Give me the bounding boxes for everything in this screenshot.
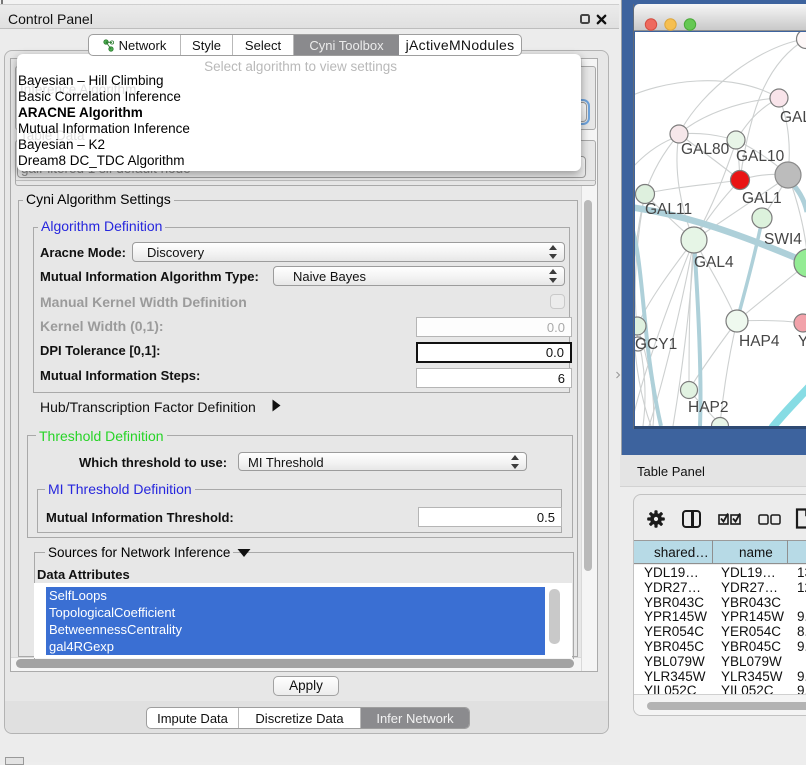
svg-text:GCY1: GCY1	[635, 336, 677, 353]
svg-text:SWI4: SWI4	[764, 231, 802, 248]
svg-text:GAL11: GAL11	[645, 201, 692, 218]
svg-text:GAL80: GAL80	[681, 141, 730, 158]
svg-text:GAL10: GAL10	[736, 148, 785, 165]
svg-text:GAL4: GAL4	[694, 254, 734, 271]
svg-text:GAL2: GAL2	[780, 109, 806, 126]
svg-text:HAP4: HAP4	[739, 333, 780, 350]
svg-text:YE: YE	[798, 333, 806, 350]
svg-text:GAL1: GAL1	[742, 190, 782, 207]
svg-text:HAP2: HAP2	[688, 399, 729, 416]
